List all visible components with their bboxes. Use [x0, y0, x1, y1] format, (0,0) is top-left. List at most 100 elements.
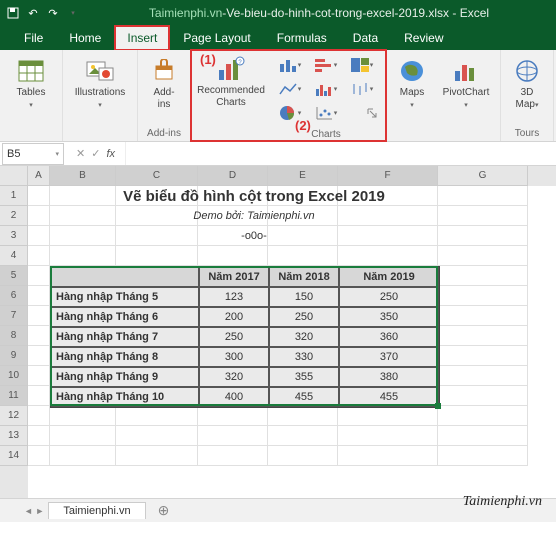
table-header	[51, 267, 199, 287]
title-bar: ↶ ↷ ▾ Taimienphi.vn-Ve-bieu-do-hinh-cot-…	[0, 0, 556, 26]
table-header: Năm 2017	[199, 267, 269, 287]
ribbon: (1) (2) Tables▾ Illustrations▾ Add- ins …	[0, 50, 556, 142]
ribbon-group-maps: Maps▾ PivotChart▾	[386, 50, 501, 141]
col-header[interactable]: F	[338, 166, 438, 186]
table-cell: 150	[269, 287, 339, 307]
row-header[interactable]: 12	[0, 406, 28, 426]
table-cell: 320	[269, 327, 339, 347]
pivotchart-button[interactable]: PivotChart▾	[438, 52, 494, 110]
chart-bar-icon[interactable]: ▾	[311, 54, 341, 76]
col-header[interactable]: D	[198, 166, 268, 186]
sheet-tab[interactable]: Taimienphi.vn	[48, 502, 145, 519]
cancel-icon: ✕	[76, 147, 85, 160]
formula-bar: B5▾ ✕ ✓ fx	[0, 142, 556, 166]
tab-data[interactable]: Data	[341, 26, 390, 50]
row-header[interactable]: 14	[0, 446, 28, 466]
sheet-title: Vẽ biểu đồ hình cột trong Excel 2019	[50, 186, 458, 206]
table-header: Năm 2019	[339, 267, 439, 287]
table-rowlabel: Hàng nhập Tháng 8	[51, 347, 199, 367]
ribbon-group-tours: 3D Map▾ Tours	[501, 50, 554, 141]
undo-icon[interactable]: ↶	[26, 6, 40, 20]
row-header[interactable]: 11	[0, 386, 28, 406]
save-icon[interactable]	[6, 6, 20, 20]
row-header[interactable]: 3	[0, 226, 28, 246]
redo-icon[interactable]: ↷	[46, 6, 60, 20]
illustrations-button[interactable]: Illustrations▾	[69, 52, 131, 110]
row-header[interactable]: 4	[0, 246, 28, 266]
table-cell: 370	[339, 347, 439, 367]
chart-scatter-icon[interactable]: ▾	[311, 102, 341, 124]
tab-insert[interactable]: Insert	[115, 26, 169, 50]
col-header[interactable]: A	[28, 166, 50, 186]
table-rowlabel: Hàng nhập Tháng 10	[51, 387, 199, 407]
table-cell: 250	[269, 307, 339, 327]
table-cell: 380	[339, 367, 439, 387]
add-sheet-icon[interactable]: ⊕	[150, 502, 178, 519]
3d-map-button[interactable]: 3D Map▾	[507, 52, 547, 110]
col-header[interactable]: B	[50, 166, 116, 186]
row-header[interactable]: 8	[0, 326, 28, 346]
table-icon	[16, 56, 46, 86]
tab-home[interactable]: Home	[57, 26, 113, 50]
illustrations-icon	[85, 56, 115, 86]
chart-column-icon[interactable]: ▾	[275, 54, 305, 76]
sheet-subtitle: Demo bởi: Taimienphi.vn	[50, 206, 458, 226]
tours-group-label: Tours	[515, 128, 539, 140]
row-header[interactable]: 10	[0, 366, 28, 386]
row-header[interactable]: 7	[0, 306, 28, 326]
table-rowlabel: Hàng nhập Tháng 6	[51, 307, 199, 327]
tab-page-layout[interactable]: Page Layout	[171, 26, 262, 50]
tab-file[interactable]: File	[12, 26, 55, 50]
row-header[interactable]: 9	[0, 346, 28, 366]
col-header[interactable]: C	[116, 166, 198, 186]
row-header[interactable]: 5	[0, 266, 28, 286]
tables-button[interactable]: Tables▾	[6, 52, 56, 110]
fx-icon[interactable]: fx	[106, 148, 115, 160]
ribbon-group-charts: ? Recommended Charts ▾ ▾ ▾ ▾ ▾ ▾ ▾ ▾ Cha…	[191, 50, 386, 141]
charts-group-label: Charts	[271, 129, 381, 141]
maps-icon	[397, 56, 427, 86]
qat-customize-icon[interactable]: ▾	[66, 6, 80, 20]
table-cell: 330	[269, 347, 339, 367]
table-rowlabel: Hàng nhập Tháng 7	[51, 327, 199, 347]
row-header[interactable]: 13	[0, 426, 28, 446]
watermark: Taimienphi.vn	[463, 494, 542, 510]
tab-review[interactable]: Review	[392, 26, 455, 50]
worksheet: 1 2 3 4 5 6 7 8 9 10 11 12 13 14 A B C D…	[0, 166, 556, 498]
tab-formulas[interactable]: Formulas	[265, 26, 339, 50]
row-header[interactable]: 1	[0, 186, 28, 206]
table-rowlabel: Hàng nhập Tháng 5	[51, 287, 199, 307]
table-cell: 250	[199, 327, 269, 347]
col-header[interactable]: E	[268, 166, 338, 186]
pivotchart-icon	[451, 56, 481, 86]
spreadsheet-cells[interactable]: Vẽ biểu đồ hình cột trong Excel 2019 Dem…	[28, 186, 556, 498]
row-header[interactable]: 6	[0, 286, 28, 306]
row-headers: 1 2 3 4 5 6 7 8 9 10 11 12 13 14	[0, 166, 28, 498]
ribbon-group-addins: Add- ins Add-ins	[138, 50, 191, 141]
annotation-2: (2)	[295, 118, 311, 133]
column-headers: A B C D E F G	[28, 166, 556, 186]
chart-line-icon[interactable]: ▾	[275, 78, 305, 100]
table-cell: 455	[339, 387, 439, 407]
ribbon-tabs: File Home Insert Page Layout Formulas Da…	[0, 26, 556, 50]
table-cell: 360	[339, 327, 439, 347]
row-header[interactable]: 2	[0, 206, 28, 226]
selection-handle[interactable]	[435, 403, 441, 409]
globe-icon	[512, 56, 542, 86]
chart-stock-icon[interactable]: ▾	[347, 78, 377, 100]
name-box[interactable]: B5▾	[2, 143, 64, 165]
col-header[interactable]: G	[438, 166, 528, 186]
tab-nav[interactable]: ◄ ►	[24, 506, 44, 516]
enter-icon: ✓	[91, 147, 100, 160]
recommended-charts-icon: ?	[216, 54, 246, 84]
select-all-corner[interactable]	[0, 166, 28, 186]
data-table: Năm 2017 Năm 2018 Năm 2019 Hàng nhập Thá…	[50, 266, 440, 408]
chart-area-icon[interactable]: ▾	[311, 78, 341, 100]
chart-treemap-icon[interactable]: ▾	[347, 54, 377, 76]
addins-button[interactable]: Add- ins	[144, 52, 184, 110]
formula-input[interactable]	[125, 142, 556, 165]
charts-dialog-launcher-icon[interactable]	[347, 102, 377, 124]
table-rowlabel: Hàng nhập Tháng 9	[51, 367, 199, 387]
maps-button[interactable]: Maps▾	[392, 52, 432, 110]
addins-group-label: Add-ins	[147, 128, 181, 140]
